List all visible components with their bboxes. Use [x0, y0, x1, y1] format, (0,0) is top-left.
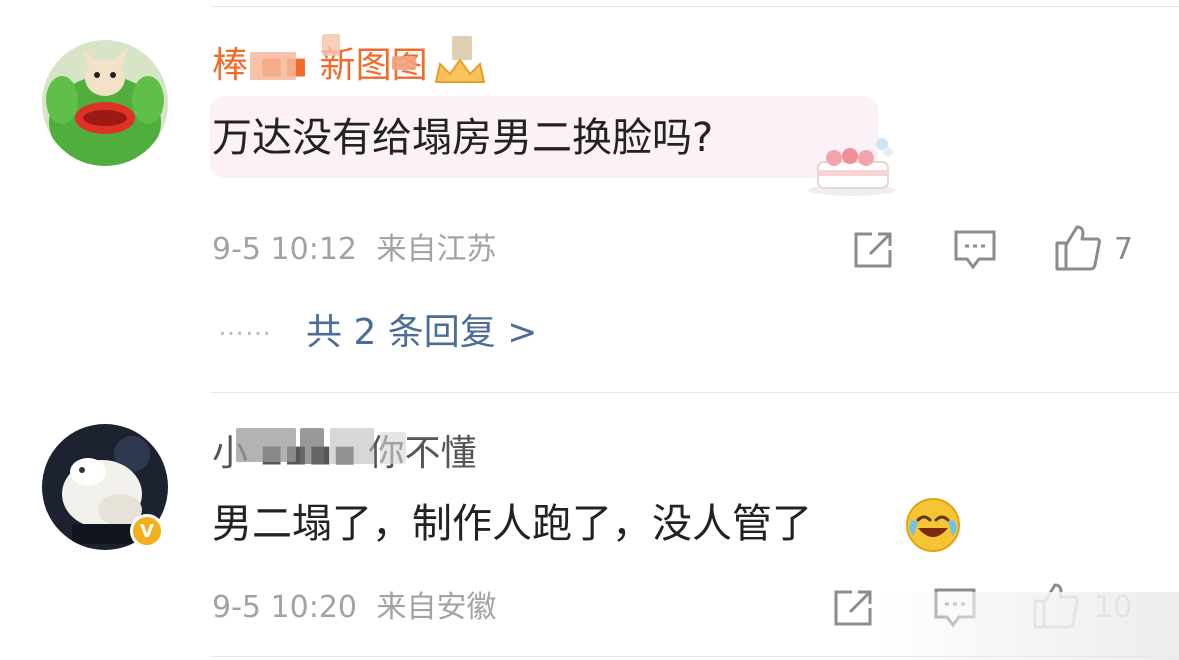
share-icon	[854, 232, 892, 268]
comment-divider	[210, 392, 1179, 393]
comment-text: 男二塌了，制作人跑了，没人管了	[212, 501, 812, 547]
thumbs-up-icon	[1055, 225, 1101, 271]
timestamp: 9-5 10:20	[212, 590, 357, 625]
bottom-divider	[210, 656, 1179, 657]
timestamp: 9-5 10:12	[212, 232, 357, 267]
comment-icon	[954, 230, 996, 270]
comment-meta: 9-5 10:12 来自江苏	[212, 230, 497, 270]
username-redaction	[236, 428, 296, 462]
watermark-fade	[880, 592, 1179, 660]
share-button[interactable]	[850, 228, 896, 272]
like-count: 7	[1114, 232, 1134, 267]
username-redaction	[250, 52, 296, 80]
laughing-crying-emoji-icon	[906, 498, 960, 552]
location: 来自江苏	[376, 232, 497, 267]
username-redaction	[380, 432, 406, 464]
reply-dots: ……	[218, 312, 272, 342]
username-redaction	[300, 428, 324, 464]
cake-sticker-icon	[808, 138, 896, 196]
view-replies-link[interactable]: 共 2 条回复 >	[306, 310, 537, 356]
share-button[interactable]	[830, 586, 876, 630]
username-redaction	[322, 34, 340, 56]
location: 来自安徽	[376, 590, 497, 625]
share-icon	[834, 590, 872, 626]
comment-meta: 9-5 10:20 来自安徽	[212, 588, 497, 628]
crown-icon	[434, 58, 486, 83]
top-divider	[210, 6, 1179, 7]
like-button[interactable]	[1052, 222, 1104, 274]
comment-text: 万达没有给塌房男二换脸吗?	[212, 115, 714, 161]
avatar-image	[42, 40, 168, 166]
username-redaction	[392, 56, 416, 70]
username-redaction	[330, 428, 374, 464]
verified-badge: V	[130, 514, 164, 548]
avatar[interactable]	[42, 40, 168, 166]
comment-button[interactable]	[952, 228, 998, 272]
